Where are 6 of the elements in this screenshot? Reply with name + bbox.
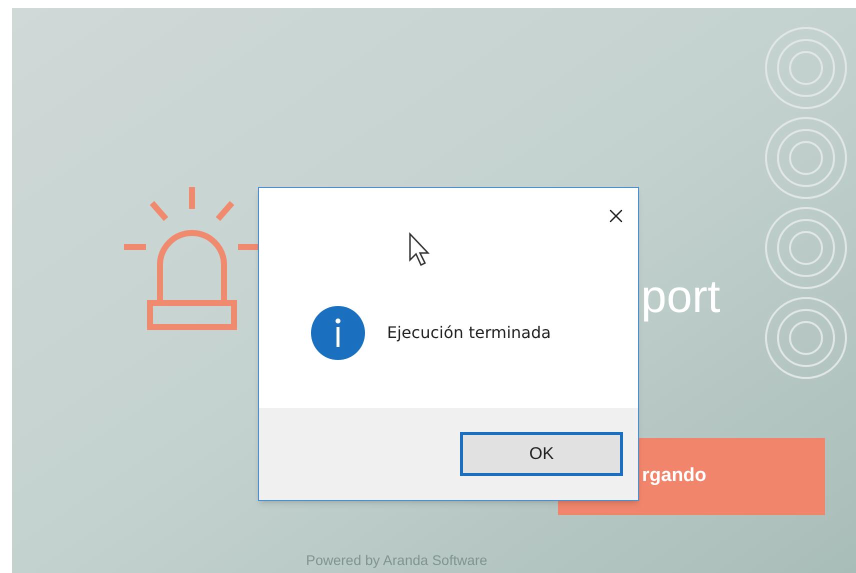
ok-button[interactable]: OK xyxy=(460,432,623,476)
mouse-cursor-icon xyxy=(408,232,432,268)
info-icon xyxy=(310,305,366,361)
dialog-message: Ejecución terminada xyxy=(387,322,551,344)
footer-text: Powered by Aranda Software xyxy=(306,551,488,570)
app-heading: port xyxy=(641,273,720,319)
